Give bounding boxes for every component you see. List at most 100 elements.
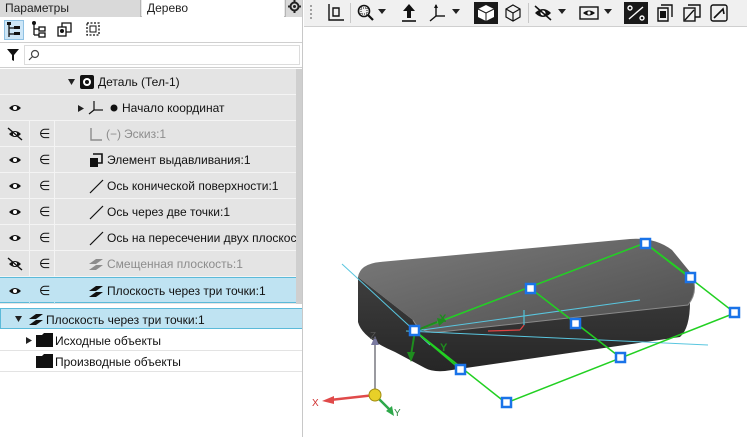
handle[interactable] — [569, 317, 582, 330]
tree-row-offset-plane[interactable]: ∈ Смещенная плоскость:1 — [0, 251, 302, 277]
display-icon[interactable] — [578, 2, 600, 24]
triad-x-label: X — [312, 398, 319, 409]
chevron-down-icon[interactable] — [15, 316, 22, 322]
tree-row-label: Элемент выдавливания:1 — [107, 153, 251, 167]
constraints-icon[interactable] — [624, 2, 648, 24]
handle[interactable] — [408, 324, 421, 337]
chevron-down-icon[interactable] — [68, 79, 75, 85]
sketch-state-prefix: (−) — [106, 127, 121, 141]
axis-icon — [89, 231, 104, 246]
3d-viewport[interactable]: X Y Z X Y — [304, 28, 747, 437]
handle[interactable] — [684, 271, 697, 284]
plane-y-label: Y — [440, 342, 448, 354]
include-icon[interactable]: ∈ — [39, 152, 50, 168]
handle[interactable] — [614, 351, 627, 364]
eye-icon[interactable] — [2, 225, 28, 251]
tree-search-input[interactable] — [24, 45, 300, 65]
hide-icon[interactable] — [532, 2, 554, 24]
relations-source-row[interactable]: Исходные объекты — [0, 330, 302, 351]
relations-derived-row[interactable]: Производные объекты — [0, 351, 302, 372]
handle[interactable] — [639, 237, 652, 250]
eye-icon[interactable] — [2, 173, 28, 199]
include-icon[interactable]: ∈ — [39, 256, 50, 272]
zoom-dropdown-icon[interactable] — [378, 9, 386, 14]
tab-parameters[interactable]: Параметры — [0, 0, 141, 17]
chevron-right-icon[interactable] — [78, 105, 84, 112]
zoom-icon[interactable] — [354, 2, 376, 24]
tree-row-origin[interactable]: Начало координат — [0, 95, 302, 121]
relations-item-label: Производные объекты — [55, 355, 181, 369]
relations-root-row[interactable]: Плоскость через три точки:1 — [0, 308, 302, 329]
tree-row-label: Начало координат — [122, 101, 225, 115]
rotate-dropdown-icon[interactable] — [452, 9, 460, 14]
include-icon[interactable]: ∈ — [39, 126, 50, 142]
layers-icon[interactable] — [681, 2, 703, 24]
pan-icon[interactable] — [398, 2, 420, 24]
tree-row-label: Ось на пересечении двух плоскосте — [107, 231, 296, 245]
relations-panel: Плоскость через три точки:1 Исходные объ… — [0, 306, 302, 437]
extrusion-icon — [90, 153, 103, 167]
triad-y-label: Y — [394, 408, 401, 419]
tree-row-two-point-axis[interactable]: ∈ Ось через две точки:1 — [0, 199, 302, 225]
tab-tree[interactable]: Дерево — [142, 0, 284, 17]
tree-structure-icon[interactable] — [4, 20, 24, 40]
tree-row-extrusion[interactable]: ∈ Элемент выдавливания:1 — [0, 147, 302, 173]
include-icon[interactable]: ∈ — [39, 204, 50, 220]
render-icon[interactable] — [708, 2, 730, 24]
handle[interactable] — [500, 396, 513, 409]
selection-frame-icon[interactable] — [84, 20, 104, 40]
eye-hidden-icon[interactable] — [2, 121, 28, 147]
objects-icon[interactable] — [56, 20, 76, 40]
eye-icon[interactable] — [2, 147, 28, 173]
handle[interactable] — [728, 306, 741, 319]
search-icon — [28, 49, 40, 61]
relations-item-label: Исходные объекты — [55, 334, 161, 348]
folder-icon — [36, 354, 53, 368]
triad-z-label: Z — [370, 331, 376, 342]
hide-dropdown-icon[interactable] — [558, 9, 566, 14]
eye-icon[interactable] — [2, 95, 28, 121]
include-icon[interactable]: ∈ — [39, 283, 50, 299]
wireframe-view-icon[interactable] — [502, 2, 524, 24]
handle[interactable] — [524, 282, 537, 295]
axis-icon — [89, 205, 104, 220]
tree-scrollbar[interactable] — [296, 69, 302, 304]
rotate-axes-icon[interactable] — [426, 2, 448, 24]
plane-x-label: X — [439, 313, 447, 325]
tree-root-row[interactable]: Деталь (Тел-1) — [0, 69, 302, 95]
sections-icon[interactable] — [654, 2, 676, 24]
filter-bar — [0, 42, 302, 68]
orientation-icon[interactable] — [324, 2, 346, 24]
part-icon — [80, 75, 94, 89]
filter-icon[interactable] — [6, 48, 20, 65]
chevron-right-icon[interactable] — [26, 337, 32, 344]
model-scene[interactable]: X Y Z X Y — [304, 28, 747, 437]
tree-row-label: Эскиз:1 — [124, 127, 167, 141]
tree-order-icon[interactable] — [30, 20, 50, 40]
tree-toolbar — [0, 18, 302, 42]
eye-hidden-icon[interactable] — [2, 251, 28, 277]
sketch-icon — [90, 128, 102, 141]
include-icon[interactable]: ∈ — [39, 230, 50, 246]
model-tree: Деталь (Тел-1) Начало координат ∈ (−) Эс… — [0, 69, 302, 304]
eye-icon[interactable] — [2, 199, 28, 225]
tree-row-three-point-plane[interactable]: ∈ Плоскость через три точки:1 — [0, 277, 302, 304]
tree-row-intersection-axis[interactable]: ∈ Ось на пересечении двух плоскосте — [0, 225, 302, 251]
left-panel: Параметры Дерево Деталь (Тел-1) Начало к… — [0, 0, 303, 437]
gear-icon[interactable] — [285, 0, 302, 17]
handle[interactable] — [454, 363, 467, 376]
tree-row-conical-axis[interactable]: ∈ Ось конической поверхности:1 — [0, 173, 302, 199]
display-dropdown-icon[interactable] — [604, 9, 612, 14]
panel-tabs: Параметры Дерево — [0, 0, 302, 17]
tree-root-label: Деталь (Тел-1) — [98, 75, 180, 89]
eye-icon[interactable] — [2, 278, 28, 304]
coordinate-origin-icon — [88, 101, 103, 115]
relations-title: Плоскость через три точки:1 — [46, 313, 205, 327]
folder-icon — [36, 333, 53, 347]
shaded-view-icon[interactable] — [474, 2, 498, 24]
tree-row-sketch[interactable]: ∈ (−) Эскиз:1 — [0, 121, 302, 147]
viewport-toolbar — [304, 0, 747, 27]
plane-icon — [89, 286, 103, 297]
extruded-body[interactable] — [358, 238, 695, 372]
include-icon[interactable]: ∈ — [39, 178, 50, 194]
